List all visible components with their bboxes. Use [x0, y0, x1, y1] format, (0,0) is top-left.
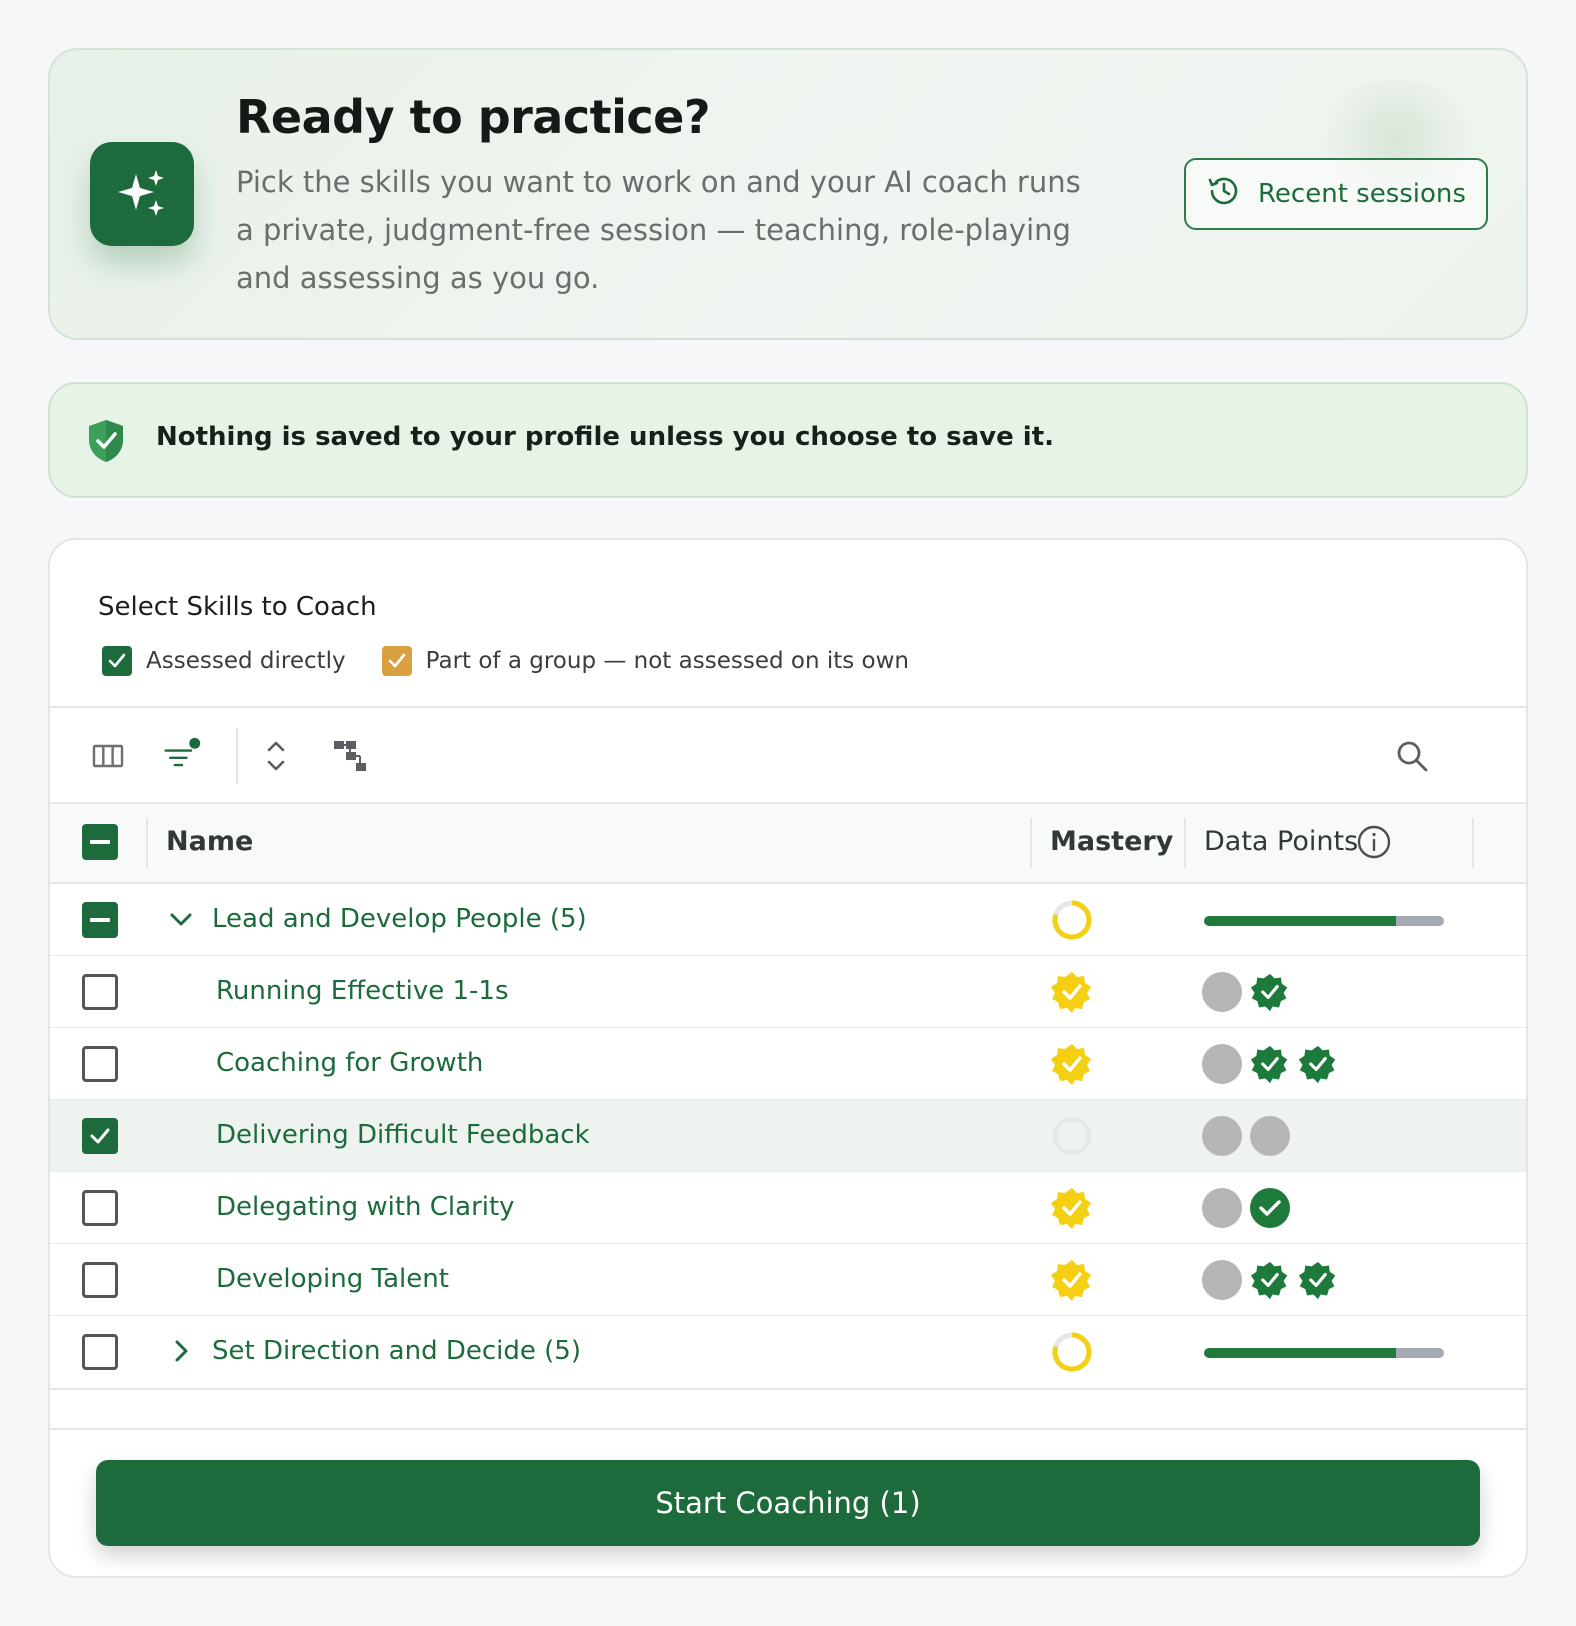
data-points [1202, 1044, 1338, 1088]
column-divider [1184, 818, 1186, 868]
mastery-achieved-badge-icon [1050, 970, 1094, 1014]
skills-title: Select Skills to Coach [98, 592, 377, 622]
chevron-down-icon[interactable] [166, 904, 196, 934]
skills-selection-card: Select Skills to Coach Assessed directly… [48, 538, 1528, 1578]
expand-collapse-icon[interactable] [256, 736, 296, 776]
checkbox-green-icon [102, 646, 132, 676]
data-point-pending [1202, 972, 1242, 1012]
data-points [1202, 1188, 1290, 1232]
data-point-check-circle-icon [1250, 1188, 1290, 1232]
toolbar-divider [236, 728, 238, 784]
group-row-set-direction-and-decide[interactable]: Set Direction and Decide (5) [50, 1316, 1526, 1390]
group-checkbox[interactable] [82, 1334, 118, 1370]
skill-name[interactable]: Delivering Difficult Feedback [216, 1120, 590, 1150]
skill-name[interactable]: Running Effective 1-1s [216, 976, 509, 1006]
data-point-pending [1250, 1116, 1290, 1156]
skill-checkbox[interactable] [82, 1046, 118, 1082]
table-toolbar [50, 706, 1526, 804]
skill-row-developing-talent[interactable]: Developing Talent [50, 1244, 1526, 1316]
practice-hero-card: Ready to practice? Pick the skills you w… [48, 48, 1528, 340]
legend-part-of-group-label: Part of a group — not assessed on its ow… [425, 648, 909, 674]
data-point-pending [1202, 1260, 1242, 1300]
privacy-notice-text: Nothing is saved to your profile unless … [156, 422, 1055, 452]
data-point-verified-badge-icon [1250, 1044, 1290, 1088]
checkbox-amber-icon [381, 646, 412, 676]
column-header-mastery[interactable]: Mastery [1050, 826, 1173, 857]
hero-description: Pick the skills you want to work on and … [236, 165, 1081, 295]
mastery-achieved-badge-icon [1050, 1042, 1094, 1086]
data-points-progress-fill [1204, 1348, 1396, 1358]
mastery-achieved-badge-icon [1050, 1186, 1094, 1230]
footer-divider [50, 1428, 1526, 1430]
skill-name[interactable]: Delegating with Clarity [216, 1192, 515, 1222]
mastery-partial-ring-icon [1050, 1330, 1094, 1374]
data-points-progress-bar [1204, 1348, 1444, 1358]
start-coaching-button[interactable]: Start Coaching (1) [96, 1460, 1480, 1546]
legend-part-of-group: Part of a group — not assessed on its ow… [381, 646, 909, 676]
data-point-verified-badge-icon [1250, 972, 1290, 1016]
data-point-verified-badge-icon [1250, 1260, 1290, 1304]
select-all-checkbox[interactable] [82, 824, 118, 860]
legend-assessed-directly-label: Assessed directly [146, 648, 346, 674]
skill-row-coaching-for-growth[interactable]: Coaching for Growth [50, 1028, 1526, 1100]
skill-name[interactable]: Developing Talent [216, 1264, 449, 1294]
info-icon[interactable] [1356, 824, 1392, 864]
recent-sessions-button[interactable]: Recent sessions [1184, 158, 1488, 230]
column-divider [146, 818, 148, 868]
skill-checkbox[interactable] [82, 1262, 118, 1298]
group-row-lead-and-develop-people[interactable]: Lead and Develop People (5) [50, 884, 1526, 956]
data-point-pending [1202, 1116, 1242, 1156]
data-points [1202, 972, 1290, 1016]
shield-check-icon [86, 418, 126, 468]
group-name[interactable]: Lead and Develop People (5) [212, 904, 587, 934]
legend: Assessed directly Part of a group — not … [102, 646, 945, 676]
column-header-data-points[interactable]: Data Points [1204, 826, 1358, 857]
hero-title: Ready to practice? [236, 90, 711, 144]
columns-icon[interactable] [88, 736, 128, 776]
data-points [1202, 1116, 1290, 1156]
data-point-verified-badge-icon [1298, 1260, 1338, 1304]
chevron-right-icon[interactable] [166, 1336, 196, 1366]
skill-name[interactable]: Coaching for Growth [216, 1048, 483, 1078]
data-point-verified-badge-icon [1298, 1044, 1338, 1088]
data-points [1202, 1260, 1338, 1304]
search-icon[interactable] [1392, 736, 1432, 776]
hierarchy-icon[interactable] [330, 736, 370, 776]
filter-icon[interactable] [162, 736, 202, 776]
column-header-name[interactable]: Name [166, 826, 253, 857]
data-points-progress-fill [1204, 916, 1396, 926]
privacy-notice: Nothing is saved to your profile unless … [48, 382, 1528, 498]
recent-sessions-label: Recent sessions [1258, 179, 1466, 209]
group-name[interactable]: Set Direction and Decide (5) [212, 1336, 581, 1366]
skill-checkbox[interactable] [82, 974, 118, 1010]
skill-row-running-effective-1-1s[interactable]: Running Effective 1-1s [50, 956, 1526, 1028]
column-divider [1030, 818, 1032, 868]
data-points-progress-bar [1204, 916, 1444, 926]
mastery-achieved-badge-icon [1050, 1258, 1094, 1302]
skill-row-delivering-difficult-feedback[interactable]: Delivering Difficult Feedback [50, 1100, 1526, 1172]
column-divider [1472, 818, 1474, 868]
skill-checkbox-checked[interactable] [82, 1118, 118, 1154]
mastery-partial-ring-icon [1050, 898, 1094, 942]
skill-checkbox[interactable] [82, 1190, 118, 1226]
group-checkbox[interactable] [82, 902, 118, 938]
data-point-pending [1202, 1044, 1242, 1084]
legend-assessed-directly: Assessed directly [102, 646, 346, 676]
mastery-empty-ring-icon [1050, 1114, 1094, 1158]
table-header: Name Mastery Data Points [50, 804, 1526, 884]
skill-row-delegating-with-clarity[interactable]: Delegating with Clarity [50, 1172, 1526, 1244]
history-icon [1206, 173, 1242, 216]
data-point-pending [1202, 1188, 1242, 1228]
sparkles-icon [90, 142, 194, 246]
